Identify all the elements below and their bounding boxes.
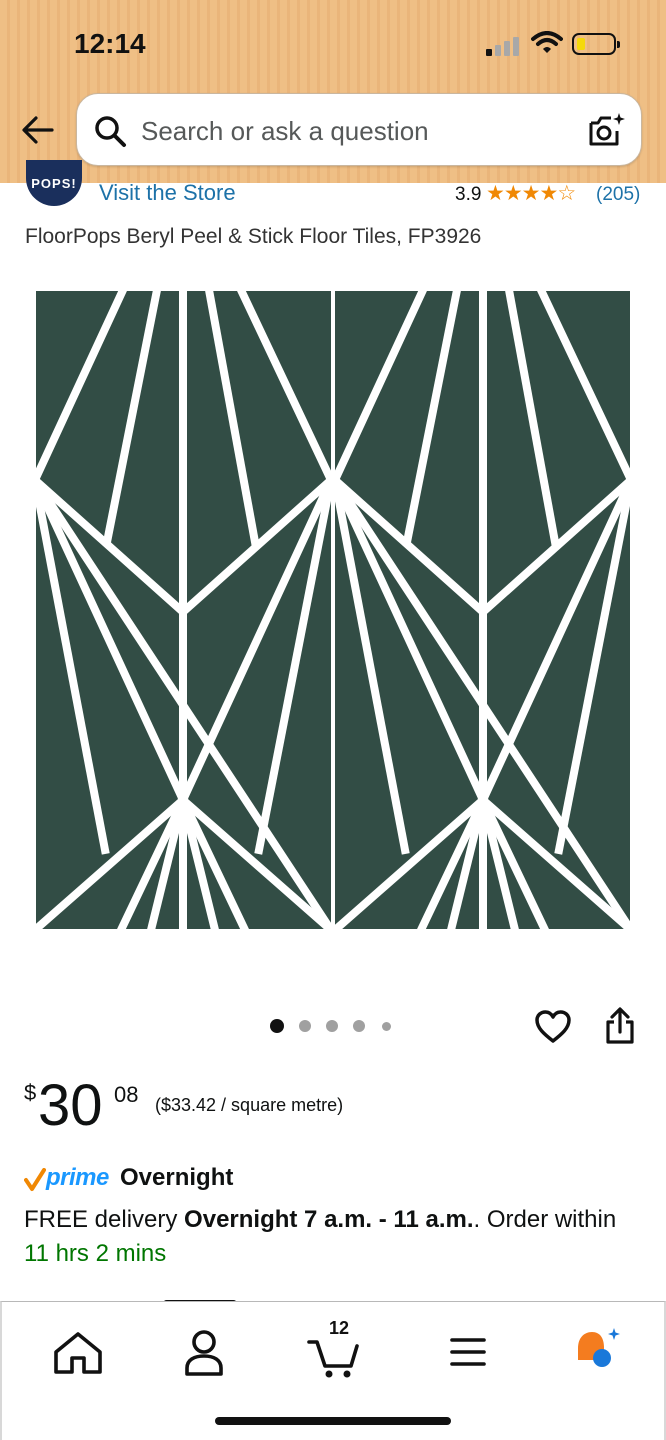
carousel-dot[interactable] [326,1020,338,1032]
cart-count-badge: 12 [329,1318,350,1338]
visit-store-link[interactable]: Visit the Store [99,180,236,206]
prime-check-icon [24,1168,46,1191]
wifi-icon [531,31,563,53]
delivery-prefix: FREE delivery [24,1206,185,1233]
star-icon: ★ [503,182,523,205]
cart-button[interactable]: 12 [305,1318,365,1382]
prime-label: prime [46,1164,109,1191]
carousel-dot[interactable] [382,1022,391,1031]
rating-value: 3.9 [455,184,482,205]
account-icon[interactable] [174,1322,234,1382]
star-empty-icon: ☆ [557,182,576,205]
search-icon [95,116,126,147]
cellular-signal-icon [486,34,522,56]
review-count-link[interactable]: (205) [596,184,640,206]
carousel-dot[interactable] [299,1020,311,1032]
search-input[interactable] [139,110,563,152]
star-icon: ★ [521,182,541,205]
back-arrow-icon[interactable] [20,112,56,148]
menu-icon[interactable] [438,1322,498,1382]
home-icon[interactable] [48,1322,108,1382]
top-header: 12:14 [0,0,666,183]
carousel-dot[interactable] [270,1019,284,1033]
product-image[interactable] [35,290,631,930]
search-bar[interactable] [76,93,642,166]
star-icon: ★ [539,182,558,205]
delivery-speed-label: Overnight [120,1164,234,1191]
wishlist-heart-icon[interactable] [534,1009,572,1045]
delivery-info: FREE delivery Overnight 7 a.m. - 11 a.m.… [24,1206,616,1234]
delivery-suffix: . Order within [473,1206,617,1233]
price-fraction: 08 [114,1082,139,1107]
brand-logo-text: POPS! [31,176,77,191]
share-icon[interactable] [604,1006,636,1046]
brand-logo[interactable]: POPS! [26,160,82,206]
order-countdown: 11 hrs 2 mins [24,1240,167,1267]
carousel-dot[interactable] [353,1020,365,1032]
price-currency: $ [24,1080,37,1105]
price-whole: 30 [38,1073,103,1138]
delivery-window: Overnight 7 a.m. - 11 a.m. [184,1206,474,1233]
rating-stars[interactable]: ★★★★☆ [486,181,576,206]
status-time: 12:14 [74,28,146,59]
unit-price: ($33.42 / square metre) [155,1095,344,1115]
home-indicator[interactable] [215,1417,451,1425]
battery-icon [572,33,620,55]
star-icon: ★ [486,182,505,205]
rufus-assistant-icon[interactable] [570,1322,630,1382]
camera-search-icon[interactable] [587,111,627,149]
product-title: FloorPops Beryl Peel & Stick Floor Tiles… [25,225,482,248]
